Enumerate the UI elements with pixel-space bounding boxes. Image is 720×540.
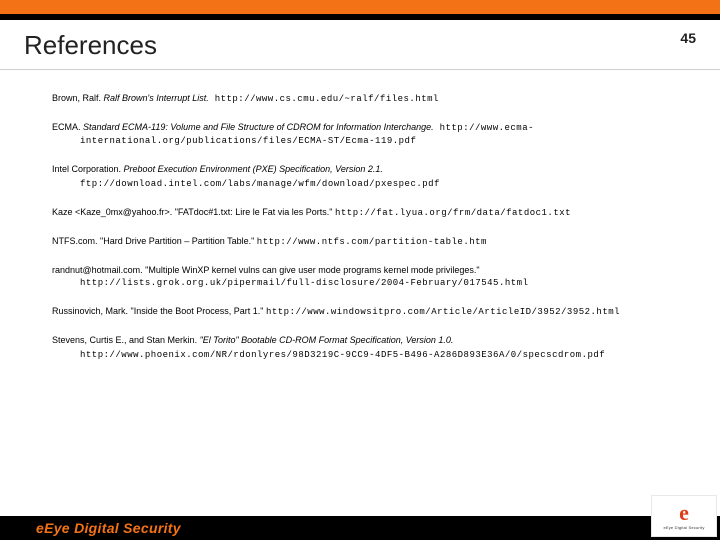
ref-author: Intel Corporation. [52,164,124,174]
top-accent-bar [0,0,720,14]
slide-header: References 45 [0,20,720,70]
page-title: References [24,30,157,61]
reference-item: NTFS.com. "Hard Drive Partition – Partit… [52,235,668,248]
ref-author: Brown, Ralf. [52,93,104,103]
reference-item: Stevens, Curtis E., and Stan Merkin. "El… [52,334,668,360]
footer-logo: e eEye Digital Security [651,495,717,537]
logo-icon: e [679,502,689,524]
reference-item: Brown, Ralf. Ralf Brown's Interrupt List… [52,92,668,105]
ref-url: ftp://download.intel.com/labs/manage/wfm… [80,179,440,189]
ref-url: http://www.phoenix.com/NR/rdonlyres/98D3… [80,350,605,360]
ref-title: "El Torito" Bootable CD-ROM Format Speci… [200,335,454,345]
references-list: Brown, Ralf. Ralf Brown's Interrupt List… [0,70,720,383]
logo-subtext: eEye Digital Security [663,525,704,530]
reference-item: ECMA. Standard ECMA-119: Volume and File… [52,121,668,147]
footer-brand-text: eEye Digital Security [36,520,181,536]
ref-author: ECMA. [52,122,83,132]
reference-item: Intel Corporation. Preboot Execution Env… [52,163,668,189]
ref-url: http://fat.lyua.org/frm/data/fatdoc1.txt [335,208,571,218]
footer-bar: eEye Digital Security [0,516,720,540]
ref-author: NTFS.com. "Hard Drive Partition – Partit… [52,236,257,246]
ref-author: Russinovich, Mark. "Inside the Boot Proc… [52,306,266,316]
ref-url: http://lists.grok.org.uk/pipermail/full-… [80,278,528,288]
ref-author: Stevens, Curtis E., and Stan Merkin. [52,335,200,345]
ref-title: Standard ECMA-119: Volume and File Struc… [83,122,434,132]
ref-title: Preboot Execution Environment (PXE) Spec… [124,164,383,174]
reference-item: randnut@hotmail.com. "Multiple WinXP ker… [52,264,668,289]
reference-item: Russinovich, Mark. "Inside the Boot Proc… [52,305,668,318]
ref-url: http://www.cs.cmu.edu/~ralf/files.html [209,94,439,104]
reference-item: Kaze <Kaze_0mx@yahoo.fr>. "FATdoc#1.txt:… [52,206,668,219]
ref-author: Kaze <Kaze_0mx@yahoo.fr>. "FATdoc#1.txt:… [52,207,335,217]
ref-title: Ralf Brown's Interrupt List. [104,93,209,103]
ref-url: http://www.windowsitpro.com/Article/Arti… [266,307,620,317]
page-number: 45 [680,30,696,46]
ref-url: http://www.ntfs.com/partition-table.htm [257,237,487,247]
ref-author: randnut@hotmail.com. "Multiple WinXP ker… [52,265,480,275]
